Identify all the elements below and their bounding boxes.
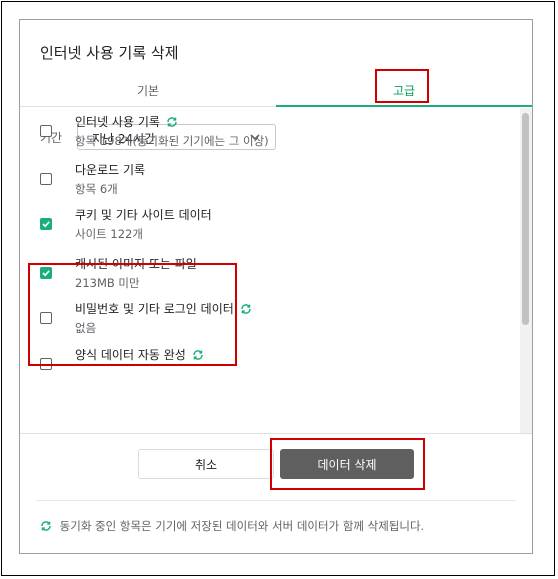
option-description: 213MB 미만 [75, 276, 140, 290]
options-scroll-area: 기간 지난 24시간 인터넷 사용 기록 항목 198개(동기화된 기기에는 그 … [20, 108, 532, 433]
tab-advanced[interactable]: 고급 [276, 82, 532, 99]
option-item[interactable]: 다운로드 기록항목 6개 [20, 161, 510, 207]
option-checkbox[interactable] [40, 312, 52, 324]
option-item[interactable]: 비밀번호 및 기타 로그인 데이터없음 [20, 300, 510, 346]
option-title: 다운로드 기록 [75, 161, 145, 178]
footer-text: 동기화 중인 항목은 기기에 저장된 데이터와 서버 데이터가 함께 삭제됩니다… [59, 519, 425, 533]
option-item[interactable]: 캐시된 이미지 또는 파일 213MB 미만 [20, 255, 510, 301]
sync-footer-note: 동기화 중인 항목은 기기에 저장된 데이터와 서버 데이터가 함께 삭제됩니다… [40, 518, 424, 534]
option-checkbox[interactable] [40, 358, 52, 370]
option-checkbox[interactable] [40, 218, 52, 230]
option-title-text: 비밀번호 및 기타 로그인 데이터 [75, 302, 234, 316]
scrollbar-thumb[interactable] [522, 113, 529, 325]
dialog-title: 인터넷 사용 기록 삭제 [40, 44, 179, 62]
option-title: 비밀번호 및 기타 로그인 데이터 [75, 300, 252, 317]
option-description: 항목 198개(동기화된 기기에는 그 이상) [75, 134, 269, 148]
cancel-button[interactable]: 취소 [138, 449, 274, 479]
footer-note-divider [36, 500, 516, 501]
option-title: 캐시된 이미지 또는 파일 [75, 255, 197, 272]
option-checkbox[interactable] [40, 173, 52, 185]
option-checkbox[interactable] [40, 267, 52, 279]
footer-divider [20, 433, 532, 434]
sync-icon [193, 350, 203, 360]
option-title: 인터넷 사용 기록 [75, 113, 178, 130]
option-item[interactable]: 쿠키 및 기타 사이트 데이터사이트 122개 [20, 206, 510, 252]
option-description: 항목 6개 [75, 182, 118, 196]
option-checkbox[interactable] [40, 125, 52, 137]
option-title-text: 양식 데이터 자동 완성 [75, 348, 186, 362]
option-item[interactable]: 양식 데이터 자동 완성 [20, 346, 510, 392]
option-item[interactable]: 인터넷 사용 기록항목 198개(동기화된 기기에는 그 이상) [20, 113, 510, 159]
checkmark-icon [42, 221, 50, 228]
tab-active-indicator [276, 105, 532, 107]
sync-icon [241, 304, 251, 314]
option-description: 없음 [75, 321, 97, 335]
option-description: 사이트 122개 [75, 227, 143, 241]
option-title-text: 쿠키 및 기타 사이트 데이터 [75, 208, 212, 222]
checkmark-icon [42, 270, 50, 277]
sync-icon [167, 117, 177, 127]
tab-basic[interactable]: 기본 [20, 82, 276, 99]
option-title-text: 인터넷 사용 기록 [75, 115, 160, 129]
option-title: 양식 데이터 자동 완성 [75, 346, 204, 363]
option-title: 쿠키 및 기타 사이트 데이터 [75, 206, 212, 223]
sync-icon [41, 521, 51, 531]
option-title-text: 캐시된 이미지 또는 파일 [75, 257, 197, 271]
option-title-text: 다운로드 기록 [75, 163, 146, 177]
delete-data-button[interactable]: 데이터 삭제 [280, 449, 414, 479]
clear-browsing-data-dialog: 인터넷 사용 기록 삭제 기본 고급 기간 지난 24시간 인터넷 사용 기록 항… [19, 19, 533, 554]
